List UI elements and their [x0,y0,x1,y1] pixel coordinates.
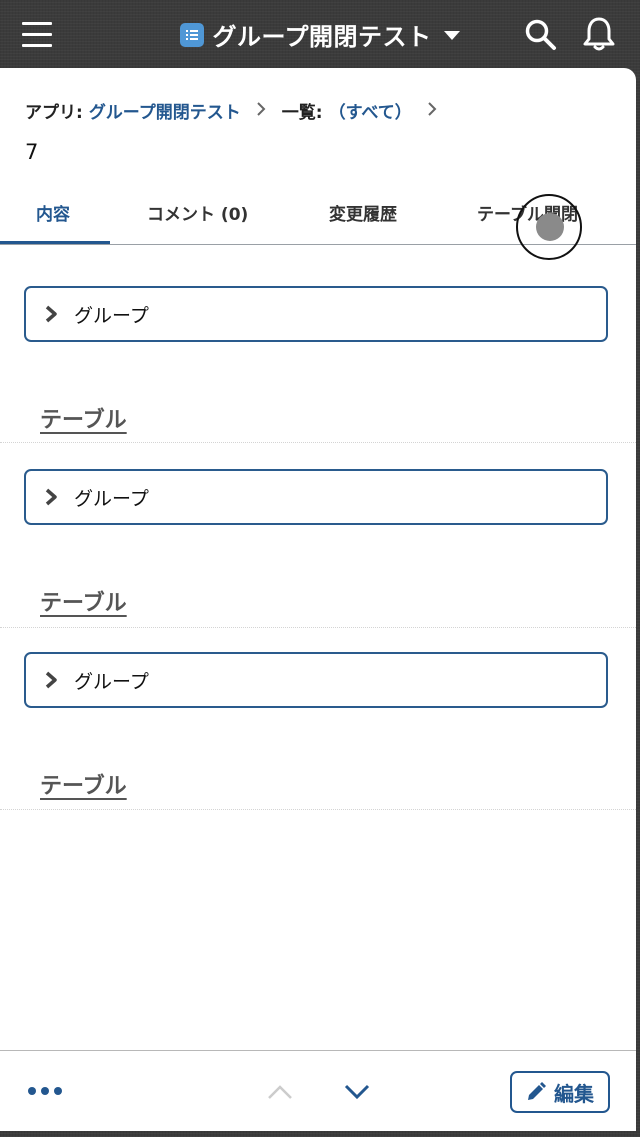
breadcrumb: アプリ: グループ開閉テスト 一覧: （すべて） [25,98,453,123]
group-label: グループ [74,670,149,693]
group-toggle[interactable]: グループ [24,286,608,342]
bottom-toolbar: 編集 [0,1050,636,1131]
group-label: グループ [74,487,149,510]
app-frame: グループ開閉テスト アプリ: グループ開閉テスト 一覧: （すべて） 7 内容 … [0,0,640,1137]
tab-content[interactable]: 内容 [36,200,70,225]
table-label[interactable]: テーブル [40,585,127,617]
divider [0,627,636,628]
chevron-right-icon [428,100,437,121]
chevron-right-icon [45,671,57,689]
group-toggle[interactable]: グループ [24,469,608,525]
divider [0,809,636,810]
top-header: グループ開閉テスト [0,0,640,68]
caret-down-icon [443,31,460,40]
group-toggle[interactable]: グループ [24,652,608,708]
app-title-text: グループ開閉テスト [212,23,432,51]
search-icon[interactable] [524,18,558,52]
breadcrumb-app-prefix: アプリ: [25,102,83,123]
pencil-icon [528,1082,546,1100]
bell-icon[interactable] [582,16,616,52]
chevron-right-icon [45,488,57,506]
edit-button[interactable]: 編集 [510,1071,610,1113]
breadcrumb-list-prefix: 一覧: [281,102,323,123]
tab-comments[interactable]: コメント (0) [147,200,248,225]
table-label[interactable]: テーブル [40,402,127,434]
chevron-right-icon [257,100,266,121]
list-icon [180,22,205,47]
record-id: 7 [25,140,39,164]
divider [0,442,636,443]
edit-button-label: 編集 [554,1081,594,1106]
more-options-icon[interactable] [28,1087,64,1099]
tab-history[interactable]: 変更履歴 [329,200,397,225]
chevron-right-icon [45,305,57,323]
active-tab-indicator [0,241,110,244]
breadcrumb-list-link[interactable]: （すべて） [329,98,412,123]
next-record-icon[interactable] [343,1083,371,1101]
breadcrumb-app-link[interactable]: グループ開閉テスト [89,98,241,123]
previous-record-icon[interactable] [266,1083,294,1101]
table-label[interactable]: テーブル [40,768,127,800]
group-label: グループ [74,304,149,327]
touch-indicator-dot [536,213,564,241]
